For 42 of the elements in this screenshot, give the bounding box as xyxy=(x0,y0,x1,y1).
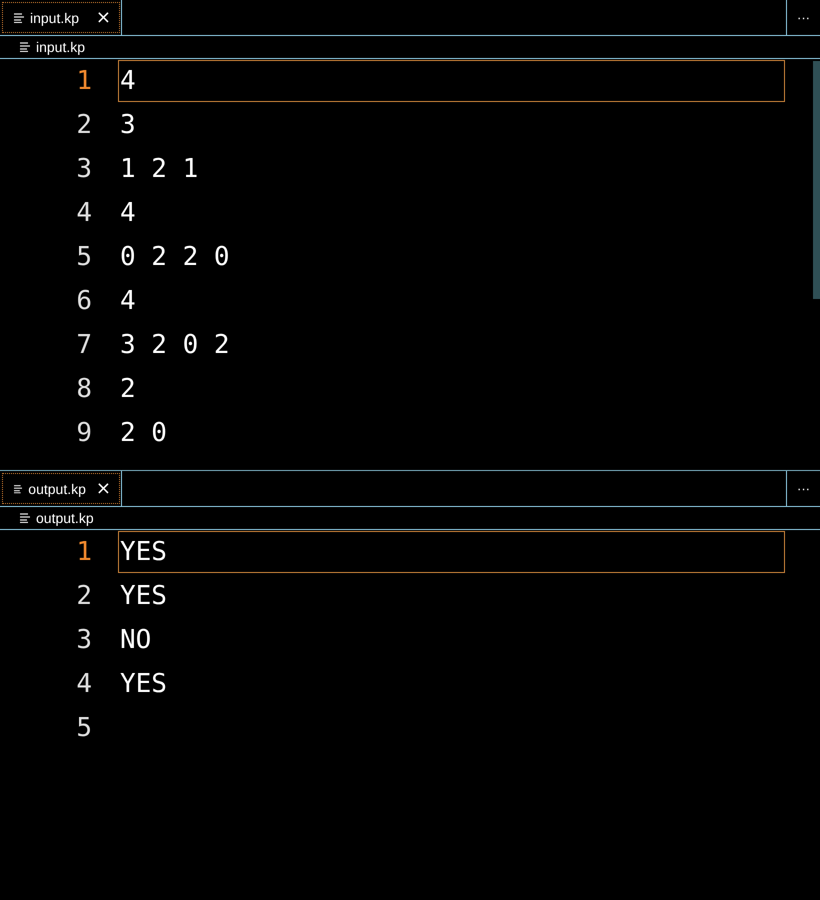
close-button[interactable]: × xyxy=(92,7,115,28)
code-line: YES xyxy=(120,581,167,612)
line-number: 9 xyxy=(75,418,92,448)
file-lines-icon xyxy=(20,42,30,52)
line-number: 5 xyxy=(75,713,92,744)
more-actions-button[interactable]: ··· xyxy=(786,0,820,35)
file-lines-icon xyxy=(14,484,22,494)
line-number: 3 xyxy=(75,154,92,184)
line-number: 1 xyxy=(75,537,92,568)
line-number: 7 xyxy=(75,330,92,360)
code-line: 2 0 xyxy=(120,418,167,448)
line-number: 3 xyxy=(75,625,92,656)
scrollbar[interactable] xyxy=(813,61,820,299)
tab-label: output.kp xyxy=(28,480,86,497)
code-line: YES xyxy=(120,537,167,568)
code-line: YES xyxy=(120,669,167,700)
line-number: 6 xyxy=(75,286,92,316)
code-line: 3 xyxy=(120,110,136,140)
file-lines-icon xyxy=(20,513,30,524)
code-line: 4 xyxy=(120,66,136,96)
line-number: 2 xyxy=(75,581,92,612)
editor-tab[interactable]: output.kp × xyxy=(0,471,122,506)
code-line: 2 xyxy=(120,374,136,404)
breadcrumb-item[interactable]: output.kp xyxy=(36,510,94,526)
breadcrumb-item[interactable]: input.kp xyxy=(36,39,86,55)
more-actions-button[interactable]: ··· xyxy=(786,471,820,506)
line-number: 1 xyxy=(75,66,92,96)
line-number: 2 xyxy=(75,110,92,140)
code-line: 3 2 0 2 xyxy=(120,330,230,360)
tab-label: input.kp xyxy=(30,10,80,26)
close-button[interactable]: × xyxy=(92,478,115,500)
file-lines-icon xyxy=(14,12,24,22)
code-line: 4 xyxy=(120,286,136,316)
code-line: NO xyxy=(120,625,152,656)
line-number: 5 xyxy=(75,242,92,272)
code-line: 4 xyxy=(120,198,136,228)
line-number: 4 xyxy=(75,198,92,228)
editor-tab[interactable]: input.kp × xyxy=(0,0,122,35)
code-line: 1 2 1 xyxy=(120,154,198,184)
line-number: 4 xyxy=(75,669,92,700)
code-line: 0 2 2 0 xyxy=(120,242,230,272)
line-number: 8 xyxy=(75,374,92,404)
